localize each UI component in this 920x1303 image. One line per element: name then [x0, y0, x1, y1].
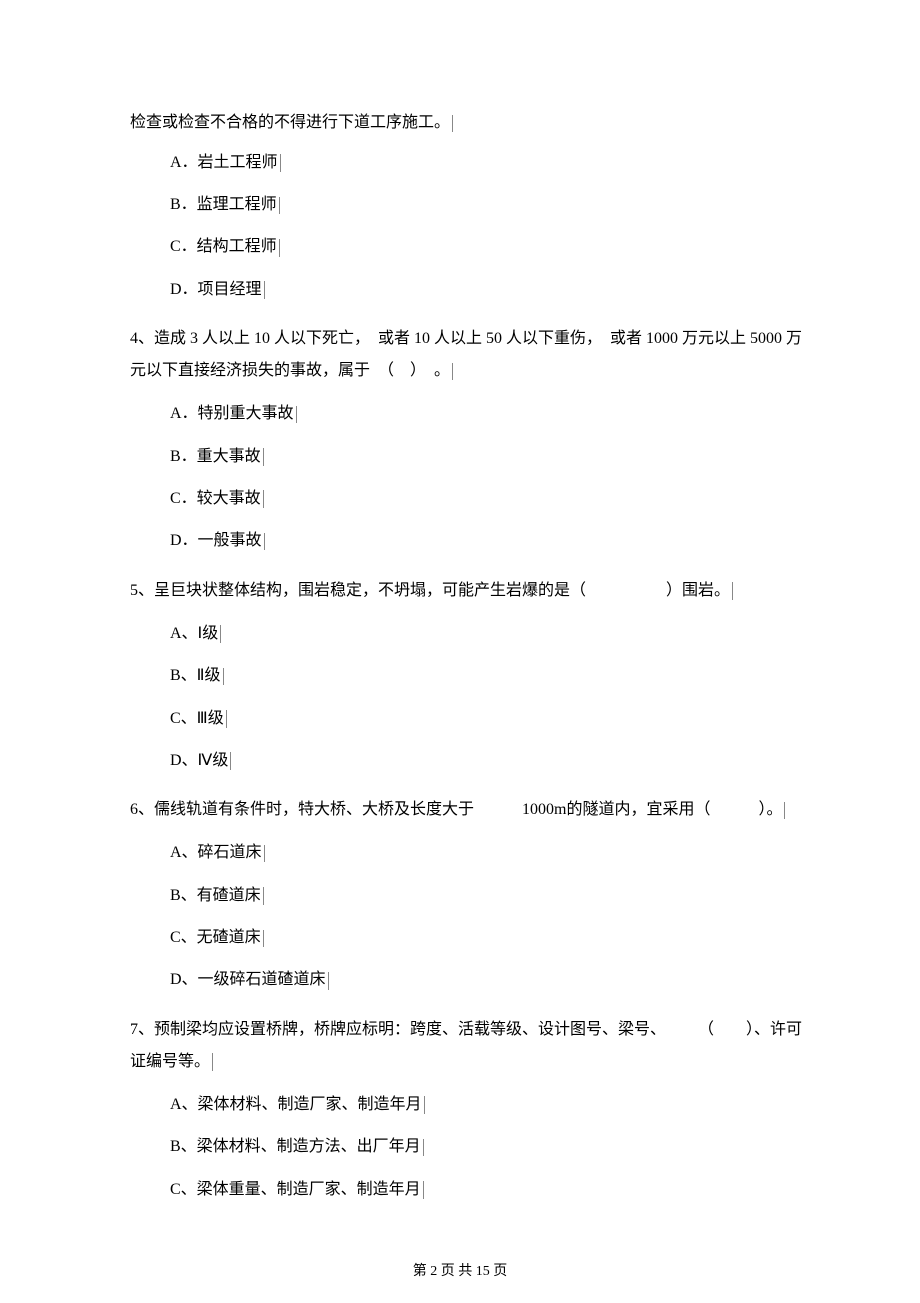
q6-option-c: C、无碴道床	[170, 923, 810, 953]
page-footer: 第 2 页 共 15 页	[0, 1261, 920, 1283]
q3-option-b: B．监理工程师	[170, 190, 810, 220]
q4-option-d: D．一般事故	[170, 526, 810, 556]
q3-option-d: D．项目经理	[170, 275, 810, 305]
q4-stem: 4、造成 3 人以上 10 人以下死亡， 或者 10 人以上 50 人以下重伤，…	[130, 323, 810, 387]
q5-option-c: C、Ⅲ级	[170, 704, 810, 734]
q7-stem: 7、预制梁均应设置桥牌，桥牌应标明：跨度、活载等级、设计图号、梁号、 （ ）、许…	[130, 1014, 810, 1078]
q4-option-a: A．特别重大事故	[170, 399, 810, 429]
q4-option-b: B．重大事故	[170, 442, 810, 472]
q5-option-b: B、Ⅱ级	[170, 661, 810, 691]
q4-option-c: C．较大事故	[170, 484, 810, 514]
q5-stem: 5、呈巨块状整体结构，围岩稳定，不坍塌，可能产生岩爆的是（ ）围岩。	[130, 575, 810, 607]
q7-option-b: B、梁体材料、制造方法、出厂年月	[170, 1132, 810, 1162]
q5-option-a: A、Ⅰ级	[170, 619, 810, 649]
page-container: 检查或检查不合格的不得进行下道工序施工。 A．岩土工程师 B．监理工程师 C．结…	[0, 0, 920, 1303]
q5-option-d: D、Ⅳ级	[170, 746, 810, 776]
q6-stem: 6、儒线轨道有条件时，特大桥、大桥及长度大于 1000m的隧道内，宜采用（ ）。	[130, 794, 810, 826]
text: 检查或检查不合格的不得进行下道工序施工。	[130, 114, 450, 131]
question-3-stem-fragment: 检查或检查不合格的不得进行下道工序施工。	[130, 110, 810, 136]
q6-option-a: A、碎石道床	[170, 838, 810, 868]
q6-option-b: B、有碴道床	[170, 881, 810, 911]
q7-option-a: A、梁体材料、制造厂家、制造年月	[170, 1090, 810, 1120]
q3-option-a: A．岩土工程师	[170, 148, 810, 178]
q3-option-c: C．结构工程师	[170, 232, 810, 262]
q7-option-c: C、梁体重量、制造厂家、制造年月	[170, 1175, 810, 1205]
q6-option-d: D、一级碎石道碴道床	[170, 965, 810, 995]
